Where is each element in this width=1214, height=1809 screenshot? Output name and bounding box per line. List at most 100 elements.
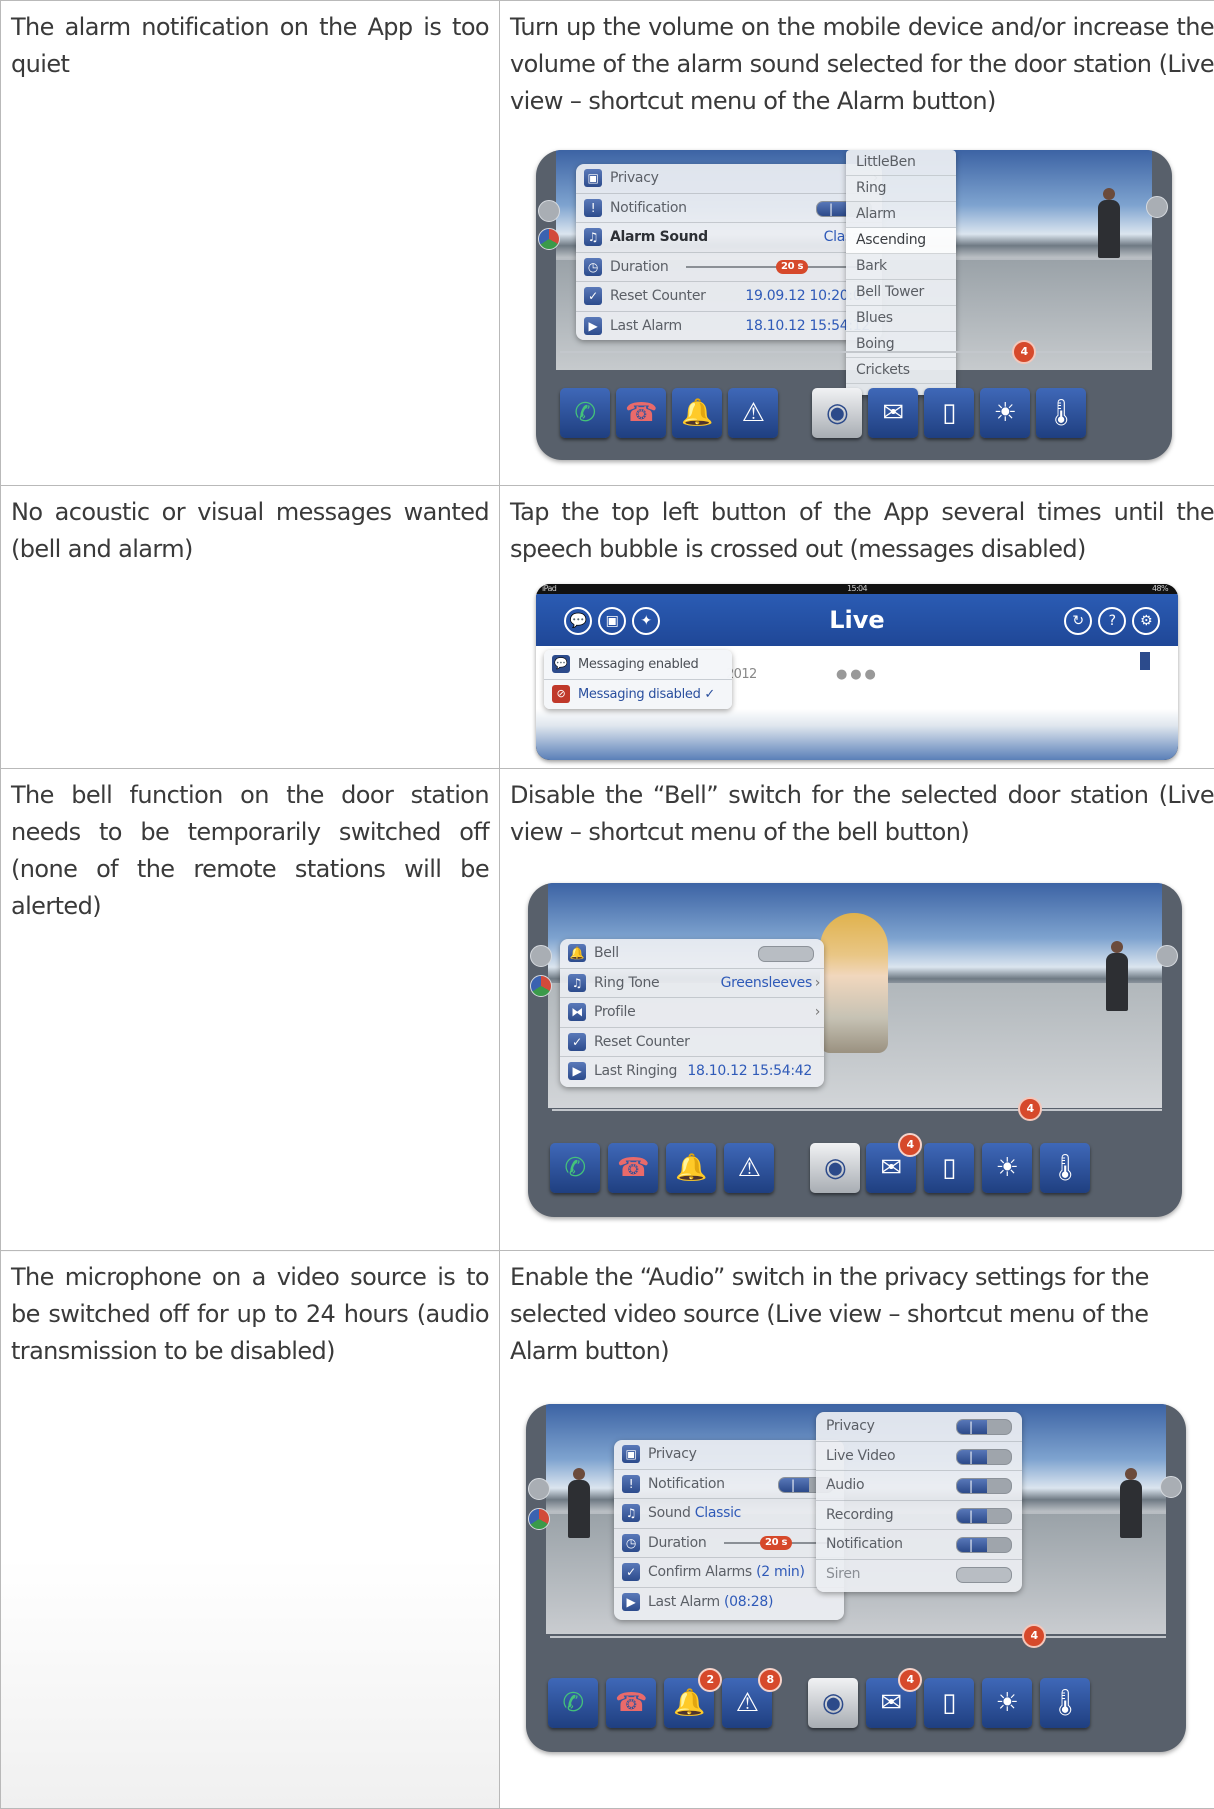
thermometer-button[interactable]: 🌡: [1036, 388, 1086, 438]
live-view-screenshot: iPad 15:04 48% 💬 ▣ ✦ Live ↻ ? ⚙ 2012 ● ●…: [536, 584, 1178, 760]
timeline-bar[interactable]: [560, 351, 1152, 353]
phone-hangup-button[interactable]: ☎: [608, 1143, 658, 1193]
door-button[interactable]: ▯: [924, 388, 974, 438]
menu-item-ring-tone[interactable]: ♫Ring ToneGreensleeves›: [560, 969, 824, 999]
problem-cell: The alarm notification on the App is too…: [1, 1, 500, 486]
phone-hangup-button[interactable]: ☎: [606, 1678, 656, 1728]
bell-button[interactable]: 🔔: [666, 1143, 716, 1193]
sound-option[interactable]: LittleBen: [846, 150, 956, 176]
messaging-disabled-option[interactable]: ⊘Messaging disabled ✓: [544, 680, 732, 709]
speaker-icon[interactable]: [1146, 196, 1168, 218]
event-count-badge[interactable]: 4: [1022, 1624, 1046, 1648]
menu-item-notification[interactable]: !Notification: [576, 194, 882, 224]
timeline-bar[interactable]: [550, 1636, 1166, 1638]
profile-icon: ⧓: [568, 1003, 586, 1021]
light-button[interactable]: ☀: [980, 388, 1030, 438]
thermometer-button[interactable]: 🌡: [1040, 1143, 1090, 1193]
menu-item-alarm-sound[interactable]: ♫Alarm SoundClassic›: [576, 223, 882, 253]
refresh-icon[interactable]: ↻: [1064, 607, 1092, 635]
messaging-enabled-option[interactable]: 💬Messaging enabled: [544, 650, 732, 680]
live-video-toggle[interactable]: [956, 1449, 1012, 1465]
table-row: The alarm notification on the App is too…: [1, 1, 1214, 486]
phone-accept-button[interactable]: ✆: [548, 1678, 598, 1728]
recording-item[interactable]: Recording: [816, 1501, 1022, 1531]
recording-toggle[interactable]: [956, 1508, 1012, 1524]
snowflake-icon[interactable]: [538, 200, 560, 222]
color-wheel-icon[interactable]: [530, 975, 552, 997]
phone-accept-button[interactable]: ✆: [560, 388, 610, 438]
snowflake-icon[interactable]: [528, 1478, 550, 1500]
control-button-bar: ✆ ☎ 🔔 ⚠ ◉ ✉ ▯ ☀ 🌡: [556, 388, 1152, 444]
bell-count-badge: 2: [698, 1668, 722, 1692]
sound-option[interactable]: Boing: [846, 332, 956, 358]
audio-toggle[interactable]: [956, 1478, 1012, 1494]
timeline-bar[interactable]: [552, 1109, 1162, 1111]
clock-icon: ◷: [584, 258, 602, 276]
speaker-icon[interactable]: [1160, 1476, 1182, 1498]
menu-item-privacy[interactable]: ▣Privacy›: [614, 1440, 844, 1470]
menu-item-confirm-alarms[interactable]: ✓Confirm Alarms (2 min): [614, 1558, 844, 1588]
messaging-popover: 💬Messaging enabled ⊘Messaging disabled ✓: [544, 650, 732, 709]
gear-icon[interactable]: ⚙: [1132, 607, 1160, 635]
siren-item[interactable]: Siren: [816, 1560, 1022, 1589]
mail-count-badge: 4: [898, 1133, 922, 1157]
menu-item-last-ringing[interactable]: ▶Last Ringing18.10.12 15:54:42: [560, 1057, 824, 1086]
menu-item-notification[interactable]: !Notification: [614, 1470, 844, 1500]
menu-item-last-alarm[interactable]: ▶Last Alarm18.10.12 15:54:12: [576, 312, 882, 341]
light-button[interactable]: ☀: [982, 1678, 1032, 1728]
event-count-badge[interactable]: 4: [1018, 1097, 1042, 1121]
problem-text: The bell function on the door station ne…: [11, 777, 489, 925]
alarm-button[interactable]: ⚠: [728, 388, 778, 438]
menu-item-sound[interactable]: ♫Sound Classic›: [614, 1499, 844, 1529]
bell-button[interactable]: 🔔: [672, 388, 722, 438]
color-wheel-icon[interactable]: [538, 228, 560, 250]
menu-item-duration[interactable]: ◷Duration20 s: [614, 1529, 844, 1559]
camera-button[interactable]: ◉: [812, 388, 862, 438]
notification-toggle[interactable]: [956, 1537, 1012, 1553]
notification-icon: !: [622, 1475, 640, 1493]
menu-item-reset-counter[interactable]: ✓Reset Counter19.09.12 10:20:00: [576, 282, 882, 312]
menu-item-reset-counter[interactable]: ✓Reset Counter: [560, 1028, 824, 1058]
bell-toggle[interactable]: [758, 946, 814, 962]
live-video-item[interactable]: Live Video: [816, 1442, 1022, 1472]
audio-item[interactable]: Audio: [816, 1471, 1022, 1501]
phone-hangup-button[interactable]: ☎: [616, 388, 666, 438]
door-button[interactable]: ▯: [924, 1678, 974, 1728]
menu-item-bell[interactable]: 🔔Bell: [560, 939, 824, 969]
light-button[interactable]: ☀: [982, 1143, 1032, 1193]
bell-menu-screenshot: 🔔Bell ♫Ring ToneGreensleeves› ⧓Profile› …: [528, 883, 1182, 1217]
mail-count-badge: 4: [898, 1668, 922, 1692]
sound-option[interactable]: Crickets: [846, 358, 956, 384]
phone-accept-button[interactable]: ✆: [550, 1143, 600, 1193]
music-note-icon: ♫: [584, 228, 602, 246]
menu-item-duration[interactable]: ◷Duration20 s: [576, 253, 882, 283]
sound-option[interactable]: Bell Tower: [846, 280, 956, 306]
help-icon[interactable]: ?: [1098, 607, 1126, 635]
door-button[interactable]: ▯: [924, 1143, 974, 1193]
siren-toggle[interactable]: [956, 1567, 1012, 1583]
thermometer-button[interactable]: 🌡: [1040, 1678, 1090, 1728]
solution-cell: Disable the “Bell” switch for the select…: [500, 769, 1214, 1251]
menu-item-profile[interactable]: ⧓Profile›: [560, 998, 824, 1028]
sound-option[interactable]: Bark: [846, 254, 956, 280]
alarm-button[interactable]: ⚠: [724, 1143, 774, 1193]
notification-item[interactable]: Notification: [816, 1530, 1022, 1560]
snowflake-icon[interactable]: [530, 945, 552, 967]
speaker-icon[interactable]: [1156, 945, 1178, 967]
sound-option[interactable]: Ring: [846, 176, 956, 202]
sound-option[interactable]: Blues: [846, 306, 956, 332]
person-figure: [1098, 188, 1120, 258]
mail-button[interactable]: ✉: [868, 388, 918, 438]
table-row: The microphone on a video source is to b…: [1, 1251, 1214, 1809]
privacy-toggle[interactable]: [956, 1419, 1012, 1435]
privacy-item[interactable]: Privacy: [816, 1412, 1022, 1442]
camera-button[interactable]: ◉: [810, 1143, 860, 1193]
menu-item-privacy[interactable]: ▣Privacy›: [576, 164, 882, 194]
menu-item-last-alarm[interactable]: ▶Last Alarm (08:28): [614, 1588, 844, 1617]
color-wheel-icon[interactable]: [528, 1508, 550, 1530]
alarm-sound-list: LittleBen Ring Alarm Ascending Bark Bell…: [846, 150, 956, 395]
sound-option[interactable]: Ascending: [846, 228, 956, 254]
event-count-badge[interactable]: 4: [1012, 340, 1036, 364]
sound-option[interactable]: Alarm: [846, 202, 956, 228]
camera-button[interactable]: ◉: [808, 1678, 858, 1728]
